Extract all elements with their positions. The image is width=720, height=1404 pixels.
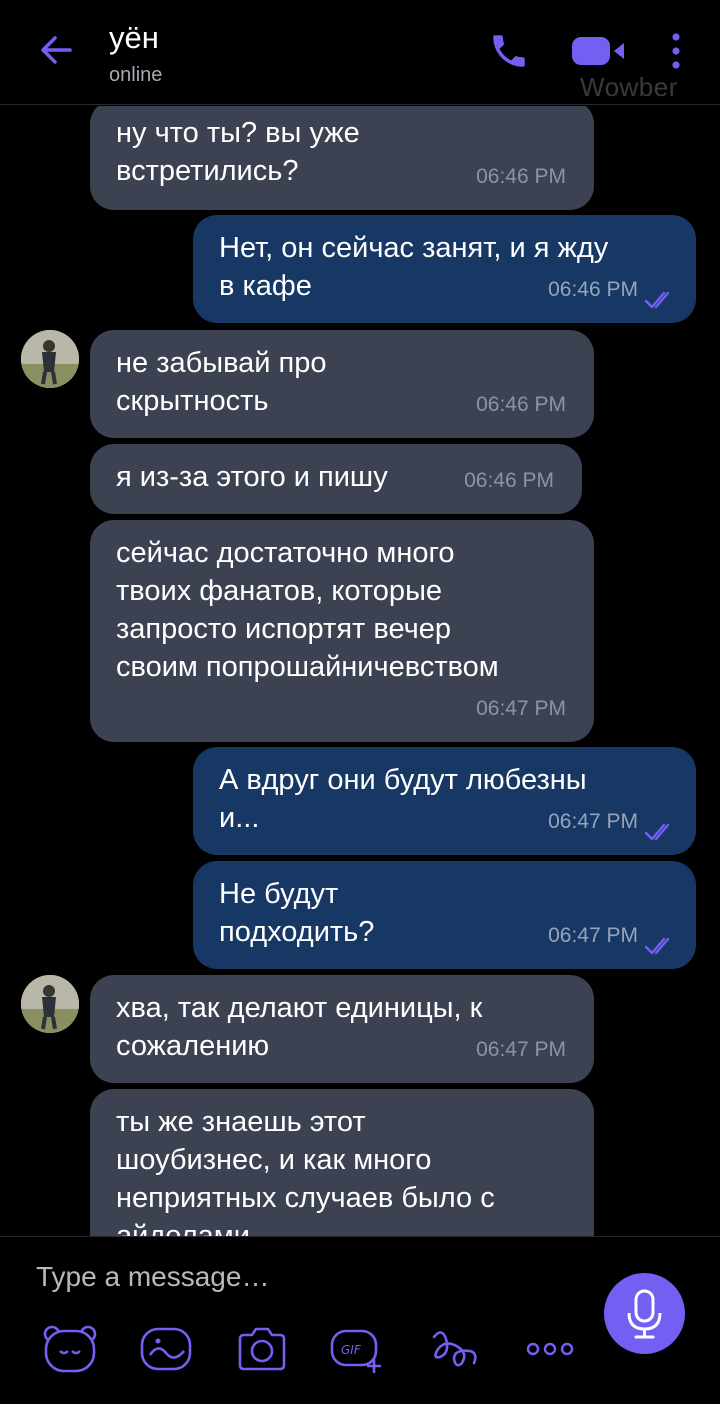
gif-icon[interactable]: GIF xyxy=(328,1323,388,1375)
more-horizontal-icon[interactable] xyxy=(520,1323,580,1375)
message-text: ты же знаешь этот шоубизнес, и как много… xyxy=(116,1106,495,1236)
message-time: 06:46 PM xyxy=(476,165,566,188)
double-check-icon xyxy=(644,291,670,309)
message-incoming[interactable]: я из-за этого и пишу 06:46 PM xyxy=(90,444,582,514)
microphone-icon[interactable] xyxy=(604,1273,685,1354)
contact-avatar[interactable] xyxy=(21,975,79,1033)
message-outgoing[interactable]: Не будут подходить? 06:47 PM xyxy=(193,861,696,969)
message-time: 06:47 PM xyxy=(548,810,638,833)
message-input[interactable] xyxy=(36,1255,576,1299)
doodle-icon[interactable] xyxy=(136,1323,196,1375)
message-incoming[interactable]: ты же знаешь этот шоубизнес, и как много… xyxy=(90,1089,594,1236)
more-vertical-icon[interactable] xyxy=(664,30,688,72)
message-time: 06:47 PM xyxy=(548,924,638,947)
message-outgoing[interactable]: А вдруг они будут любезны и... 06:47 PM xyxy=(193,747,696,855)
svg-text:GIF: GIF xyxy=(341,1343,362,1357)
sticker-bear-icon[interactable] xyxy=(40,1323,100,1375)
message-text: сейчас достаточно много твоих фанатов, к… xyxy=(116,537,499,683)
phone-icon[interactable] xyxy=(488,30,530,72)
message-composer: GIF xyxy=(0,1236,720,1404)
double-check-icon xyxy=(644,937,670,955)
message-time: 06:46 PM xyxy=(464,469,554,492)
contact-status: online xyxy=(109,64,163,86)
chat-header: уён online Wowber xyxy=(0,0,720,105)
back-arrow-icon[interactable] xyxy=(36,30,76,70)
video-camera-icon[interactable] xyxy=(570,34,628,68)
message-list[interactable]: ну что ты? вы уже встретились? 06:46 PM … xyxy=(0,106,720,1236)
watermark: Wowber xyxy=(580,72,678,102)
message-time: 06:46 PM xyxy=(548,278,638,301)
message-outgoing[interactable]: Нет, он сейчас занят, и я жду в кафе 06:… xyxy=(193,215,696,323)
message-time: 06:47 PM xyxy=(476,697,566,720)
message-incoming[interactable]: не забывай про скрытность 06:46 PM xyxy=(90,330,594,438)
message-time: 06:47 PM xyxy=(476,1038,566,1061)
double-check-icon xyxy=(644,823,670,841)
flourish-icon[interactable] xyxy=(424,1323,484,1375)
message-incoming[interactable]: ну что ты? вы уже встретились? 06:46 PM xyxy=(90,106,594,210)
contact-avatar[interactable] xyxy=(21,330,79,388)
message-incoming[interactable]: хва, так делают единицы, к сожалению 06:… xyxy=(90,975,594,1083)
message-time: 06:46 PM xyxy=(476,393,566,416)
camera-icon[interactable] xyxy=(232,1323,292,1375)
contact-name[interactable]: уён xyxy=(109,20,159,56)
message-incoming[interactable]: сейчас достаточно много твоих фанатов, к… xyxy=(90,520,594,742)
